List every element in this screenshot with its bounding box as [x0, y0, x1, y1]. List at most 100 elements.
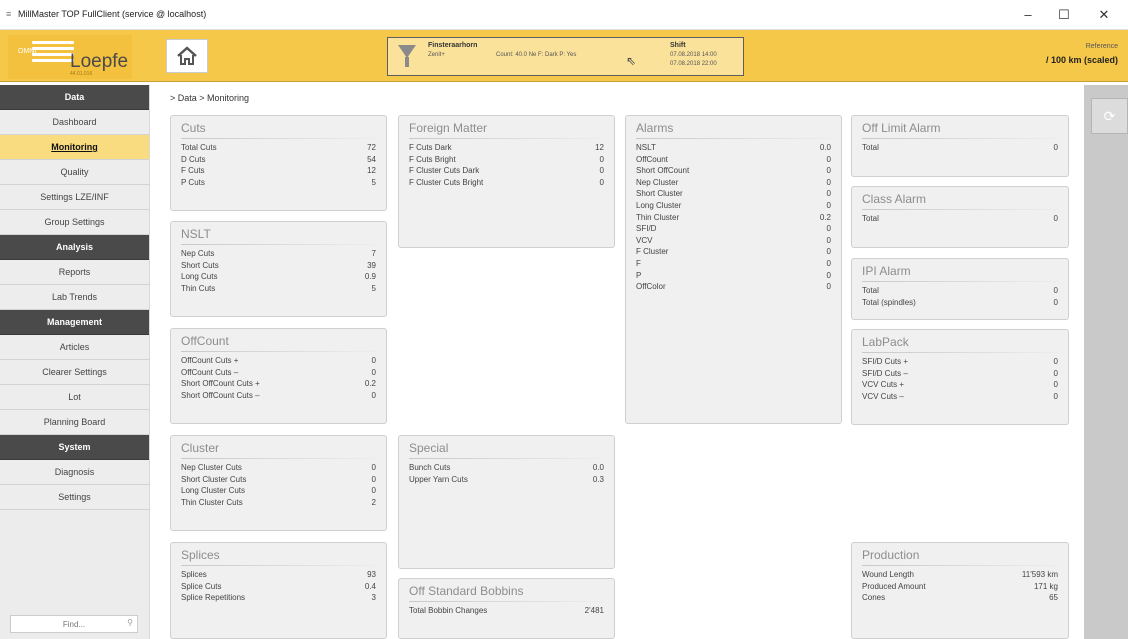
panel-rows: Splices 93 Splice Cuts 0.4 Splice Repetition… [181, 569, 376, 604]
shift-to: 07.08.2018 22:00 [670, 61, 717, 67]
metric-label: SFI/D Cuts + [862, 357, 909, 366]
metric-value: 5 [371, 177, 376, 187]
app-header: OMNI Loepfe 44.01.016 Finsteraarhorn Zen… [0, 30, 1128, 82]
panel-title: Off Limit Alarm [862, 121, 941, 135]
metric-value: 0 [826, 166, 831, 176]
metric-value: 0 [1053, 143, 1058, 152]
metric-row: Total (spindles) 0 [862, 297, 1058, 309]
metric-row: Short Cluster 0 [636, 188, 831, 200]
metric-label: Short Cluster Cuts [181, 474, 247, 484]
sidebar-item-lot[interactable]: Lot [0, 385, 149, 410]
breadcrumb: > Data > Monitoring [170, 93, 250, 103]
panel-title: Foreign Matter [409, 121, 488, 135]
panel-divider [862, 138, 1058, 139]
metric-label: SFI/D Cuts – [862, 368, 908, 378]
panel-rows: Nep Cuts 7 Short Cuts 39 Long Cuts 0.9 Thin Cu… [181, 248, 376, 294]
sidebar-item-articles[interactable]: Articles [0, 335, 149, 360]
sidebar-item-group-settings[interactable]: Group Settings [0, 210, 149, 235]
maximize-button[interactable]: ☐ [1046, 4, 1082, 26]
refresh-button[interactable]: ⟳ [1091, 98, 1128, 134]
metric-row: Total 0 [862, 213, 1058, 225]
filter-shift-selector[interactable]: Finsteraarhorn Zenit+ Count: 40.0 Ne F: … [387, 37, 744, 76]
home-button[interactable] [166, 39, 208, 73]
reference-label: Reference [1085, 43, 1118, 50]
metric-row: Wound Length 11'593 km [862, 569, 1058, 581]
metric-value: 0 [1053, 286, 1058, 295]
reference-value[interactable]: / 100 km (scaled) [1046, 55, 1118, 65]
window-title: MillMaster TOP FullClient (service @ loc… [18, 9, 207, 19]
metric-row: NSLT 0.0 [636, 142, 831, 154]
search-icon: ⚲ [127, 618, 133, 627]
metric-value: 12 [595, 143, 604, 152]
metric-label: OffCount [636, 154, 668, 164]
sidebar-item-reports[interactable]: Reports [0, 260, 149, 285]
metric-row: Splice Cuts 0.4 [181, 581, 376, 593]
metric-value: 0 [371, 486, 376, 496]
metric-label: Upper Yarn Cuts [409, 474, 468, 484]
close-button[interactable]: ✕ [1086, 4, 1122, 26]
sidebar-item-settings-lze-inf[interactable]: Settings LZE/INF [0, 185, 149, 210]
sidebar-item-monitoring[interactable]: Monitoring [0, 135, 149, 160]
metric-label: SFI/D [636, 224, 657, 234]
metric-label: VCV [636, 235, 653, 245]
metric-label: OffCount Cuts – [181, 367, 239, 377]
metric-row: Splice Repetitions 3 [181, 592, 376, 604]
panel-production: Production Wound Length 11'593 km Produced … [851, 542, 1069, 639]
sidebar-item-diagnosis[interactable]: Diagnosis [0, 460, 149, 485]
panel-divider [181, 458, 376, 459]
metric-row: SFI/D 0 [636, 223, 831, 235]
metric-value: 0 [826, 270, 831, 280]
metric-label: Cones [862, 593, 886, 603]
metric-value: 54 [367, 154, 376, 164]
metric-row: OffCount Cuts + 0 [181, 355, 376, 367]
sidebar-item-planning-board[interactable]: Planning Board [0, 410, 149, 435]
panel-divider [181, 351, 376, 352]
metric-value: 0 [1053, 357, 1058, 366]
metric-row: Short OffCount 0 [636, 165, 831, 177]
right-gutter [1084, 85, 1128, 639]
metric-row: Total 0 [862, 285, 1058, 297]
metric-value: 0.9 [364, 272, 376, 282]
metric-label: Produced Amount [862, 581, 926, 591]
panel-title: IPI Alarm [862, 264, 911, 278]
panel-divider [181, 244, 376, 245]
metric-row: Produced Amount 171 kg [862, 581, 1058, 593]
sidebar-item-lab-trends[interactable]: Lab Trends [0, 285, 149, 310]
panel-divider [636, 138, 831, 139]
metric-row: Short OffCount Cuts + 0.2 [181, 378, 376, 390]
minimize-button[interactable]: – [1010, 4, 1046, 26]
metric-value: 0.0 [592, 463, 604, 472]
refresh-icon: ⟳ [1103, 108, 1116, 124]
metric-row: Long Cuts 0.9 [181, 271, 376, 283]
metric-row: Bunch Cuts 0.0 [409, 462, 604, 474]
metric-row: Nep Cluster Cuts 0 [181, 462, 376, 474]
metric-row: Short OffCount Cuts – 0 [181, 390, 376, 402]
metric-value: 12 [367, 166, 376, 176]
metric-value: 0 [826, 189, 831, 199]
panel-divider [862, 209, 1058, 210]
metric-value: 0 [1053, 214, 1058, 223]
app-icon: ≡ [6, 9, 12, 19]
find-input[interactable] [11, 616, 137, 632]
panel-rows: Wound Length 11'593 km Produced Amount 171 … [862, 569, 1058, 604]
metric-row: Splices 93 [181, 569, 376, 581]
panel-rows: Total Bobbin Changes 2'481 [409, 605, 604, 617]
metric-label: P Cuts [181, 177, 205, 187]
panel-rows: F Cuts Dark 12 F Cuts Bright 0 F Cluster Cut… [409, 142, 604, 188]
panel-title: NSLT [181, 227, 211, 241]
metric-label: OffColor [636, 282, 666, 292]
sidebar-item-clearer-settings[interactable]: Clearer Settings [0, 360, 149, 385]
metric-row: P0 [636, 270, 831, 282]
sidebar-item-settings[interactable]: Settings [0, 485, 149, 510]
metric-row: OffCount Cuts – 0 [181, 367, 376, 379]
metric-row: SFI/D Cuts + 0 [862, 356, 1058, 368]
find-field[interactable]: ⚲ [10, 615, 138, 633]
metric-value: 171 kg [1033, 581, 1058, 591]
metric-label: Short Cluster [636, 189, 683, 199]
panel-rows: OffCount Cuts +0 OffCount Cuts –0 Short Of… [181, 355, 376, 401]
sidebar-item-dashboard[interactable]: Dashboard [0, 110, 149, 135]
metric-label: Total [862, 214, 879, 223]
panel-offcount: OffCount OffCount Cuts + 0 OffCount Cuts – 0… [170, 328, 387, 424]
metric-row: Total 0 [862, 142, 1058, 154]
sidebar-item-quality[interactable]: Quality [0, 160, 149, 185]
